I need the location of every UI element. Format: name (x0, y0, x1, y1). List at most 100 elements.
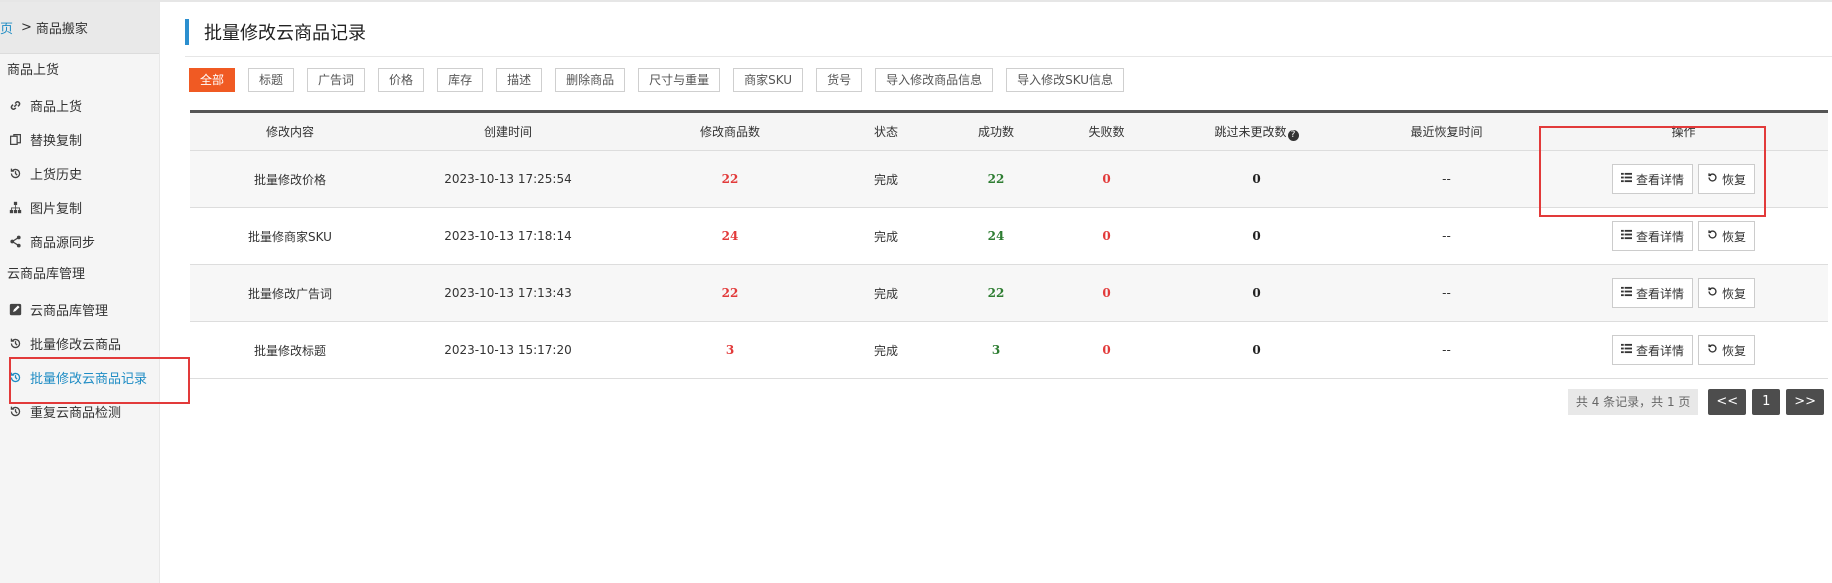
breadcrumb: 页 > 商品搬家 (0, 2, 159, 54)
filter-ad-words[interactable]: 广告词 (307, 68, 366, 92)
filter-description[interactable]: 描述 (496, 68, 543, 92)
sidebar-item-label: 批量修改云商品记录 (30, 371, 148, 387)
filter-item-number[interactable]: 货号 (816, 68, 863, 92)
share-icon (7, 233, 23, 249)
sidebar-item-product-upload[interactable]: 商品上货 (0, 88, 159, 122)
filter-stock[interactable]: 库存 (437, 68, 484, 92)
sidebar-item-batch-edit-records[interactable]: 批量修改云商品记录 (0, 360, 159, 394)
sidebar-group-title: 云商品库管理 (7, 267, 86, 282)
button-label: 查看详情 (1635, 229, 1684, 244)
view-details-button[interactable]: 查看详情 (1611, 278, 1693, 308)
list-icon (1620, 172, 1632, 186)
view-details-button[interactable]: 查看详情 (1611, 221, 1693, 251)
sidebar-item-label: 批量修改云商品 (30, 337, 122, 353)
sitemap-icon (7, 199, 23, 215)
copy-icon (7, 131, 23, 147)
filter-size-weight[interactable]: 尺寸与重量 (638, 68, 721, 92)
prev-page-button[interactable]: << (1708, 389, 1747, 415)
sidebar-item-label: 商品上货 (30, 99, 83, 115)
table-header: 修改内容 创建时间 修改商品数 状态 成功数 失败数 跳过未更改数? 最近恢复时… (190, 113, 1828, 151)
records-table: 修改内容 创建时间 修改商品数 状态 成功数 失败数 跳过未更改数? 最近恢复时… (190, 110, 1828, 379)
cell-actions: 查看详情 恢复 (1539, 278, 1828, 308)
cell-success: 3 (991, 343, 1001, 357)
cell-restore-time: -- (1442, 172, 1451, 186)
restore-button[interactable]: 恢复 (1698, 221, 1756, 251)
column-header: 成功数 (977, 125, 1014, 139)
cell-skipped: 0 (1252, 343, 1261, 357)
history-icon (7, 335, 23, 351)
sidebar-menu: 商品上货 商品上货 替换复制 上货历史 图片复制 商品源同步 云商品库管理 云商… (0, 54, 159, 428)
sidebar-item-replace-copy[interactable]: 替换复制 (0, 122, 159, 156)
restore-button[interactable]: 恢复 (1698, 335, 1756, 365)
breadcrumb-current: 商品搬家 (35, 22, 88, 37)
history-icon (7, 369, 23, 385)
page-header: 批量修改云商品记录 (185, 19, 366, 45)
sidebar-group-title: 商品上货 (7, 63, 60, 78)
sidebar-item-cloud-library[interactable]: 云商品库管理 (0, 292, 159, 326)
cell-skipped: 0 (1252, 172, 1261, 186)
filter-title[interactable]: 标题 (248, 68, 295, 92)
sidebar-item-label: 重复云商品检测 (30, 405, 122, 421)
filter-import-sku-info[interactable]: 导入修改SKU信息 (1006, 68, 1125, 92)
next-page-button[interactable]: >> (1786, 389, 1824, 415)
cell-actions: 查看详情 恢复 (1539, 335, 1828, 365)
cell-skipped: 0 (1252, 229, 1261, 243)
breadcrumb-home[interactable]: 页 (0, 18, 13, 37)
help-icon[interactable]: ? (1287, 129, 1299, 141)
filter-merchant-sku[interactable]: 商家SKU (733, 68, 804, 92)
filter-import-product-info[interactable]: 导入修改商品信息 (875, 68, 994, 92)
view-details-button[interactable]: 查看详情 (1611, 164, 1693, 194)
cell-fail: 0 (1102, 229, 1111, 243)
cell-time: 2023-10-13 17:18:14 (444, 229, 572, 243)
sidebar-item-duplicate-check[interactable]: 重复云商品检测 (0, 394, 159, 428)
cell-success: 22 (987, 286, 1005, 300)
sidebar-item-label: 图片复制 (30, 201, 83, 217)
button-label: 恢复 (1722, 343, 1747, 358)
sidebar-item-upload-history[interactable]: 上货历史 (0, 156, 159, 190)
cell-restore-time: -- (1442, 343, 1451, 357)
cell-actions: 查看详情 恢复 (1539, 164, 1828, 194)
undo-icon (1707, 286, 1718, 300)
breadcrumb-separator: > (21, 20, 32, 35)
button-label: 恢复 (1722, 229, 1747, 244)
sidebar: 页 > 商品搬家 商品上货 商品上货 替换复制 上货历史 图片复制 商品源同步 … (0, 2, 160, 583)
title-accent-bar (185, 19, 189, 45)
page-number-button[interactable]: 1 (1752, 389, 1781, 415)
restore-button[interactable]: 恢复 (1698, 278, 1756, 308)
edit-icon (7, 301, 23, 317)
cell-content: 批量修商家SKU (248, 229, 332, 244)
filter-price[interactable]: 价格 (378, 68, 425, 92)
sidebar-item-image-copy[interactable]: 图片复制 (0, 190, 159, 224)
page-title: 批量修改云商品记录 (204, 23, 366, 44)
restore-button[interactable]: 恢复 (1698, 164, 1756, 194)
cell-status: 完成 (873, 343, 898, 358)
sidebar-item-source-sync[interactable]: 商品源同步 (0, 224, 159, 258)
cell-skipped: 0 (1252, 286, 1261, 300)
sidebar-item-batch-edit[interactable]: 批量修改云商品 (0, 326, 159, 360)
list-icon (1620, 286, 1632, 300)
button-label: 查看详情 (1635, 343, 1684, 358)
column-header: 最近恢复时间 (1410, 125, 1483, 139)
cell-time: 2023-10-13 17:13:43 (444, 286, 572, 300)
button-label: 查看详情 (1635, 286, 1684, 301)
cell-content: 批量修改价格 (253, 172, 326, 187)
filter-all[interactable]: 全部 (189, 68, 236, 92)
undo-icon (1707, 172, 1718, 186)
cell-time: 2023-10-13 15:17:20 (444, 343, 572, 357)
cell-fail: 0 (1102, 286, 1111, 300)
table-body: 批量修改价格 2023-10-13 17:25:54 22 完成 22 0 0 … (190, 151, 1828, 379)
column-header: 失败数 (1088, 125, 1125, 139)
sidebar-item-label: 替换复制 (30, 133, 83, 149)
column-header: 状态 (873, 125, 898, 139)
table-row: 批量修商家SKU 2023-10-13 17:18:14 24 完成 24 0 … (190, 208, 1828, 265)
filter-delete-products[interactable]: 删除商品 (555, 68, 626, 92)
view-details-button[interactable]: 查看详情 (1611, 335, 1693, 365)
cell-actions: 查看详情 恢复 (1539, 221, 1828, 251)
table-row: 批量修改标题 2023-10-13 15:17:20 3 完成 3 0 0 --… (190, 322, 1828, 379)
column-header: 操作 (1671, 125, 1696, 139)
list-icon (1620, 343, 1632, 357)
table-row: 批量修改价格 2023-10-13 17:25:54 22 完成 22 0 0 … (190, 151, 1828, 208)
cell-count: 22 (721, 286, 739, 300)
history-icon (7, 403, 23, 419)
title-divider (185, 56, 1832, 57)
